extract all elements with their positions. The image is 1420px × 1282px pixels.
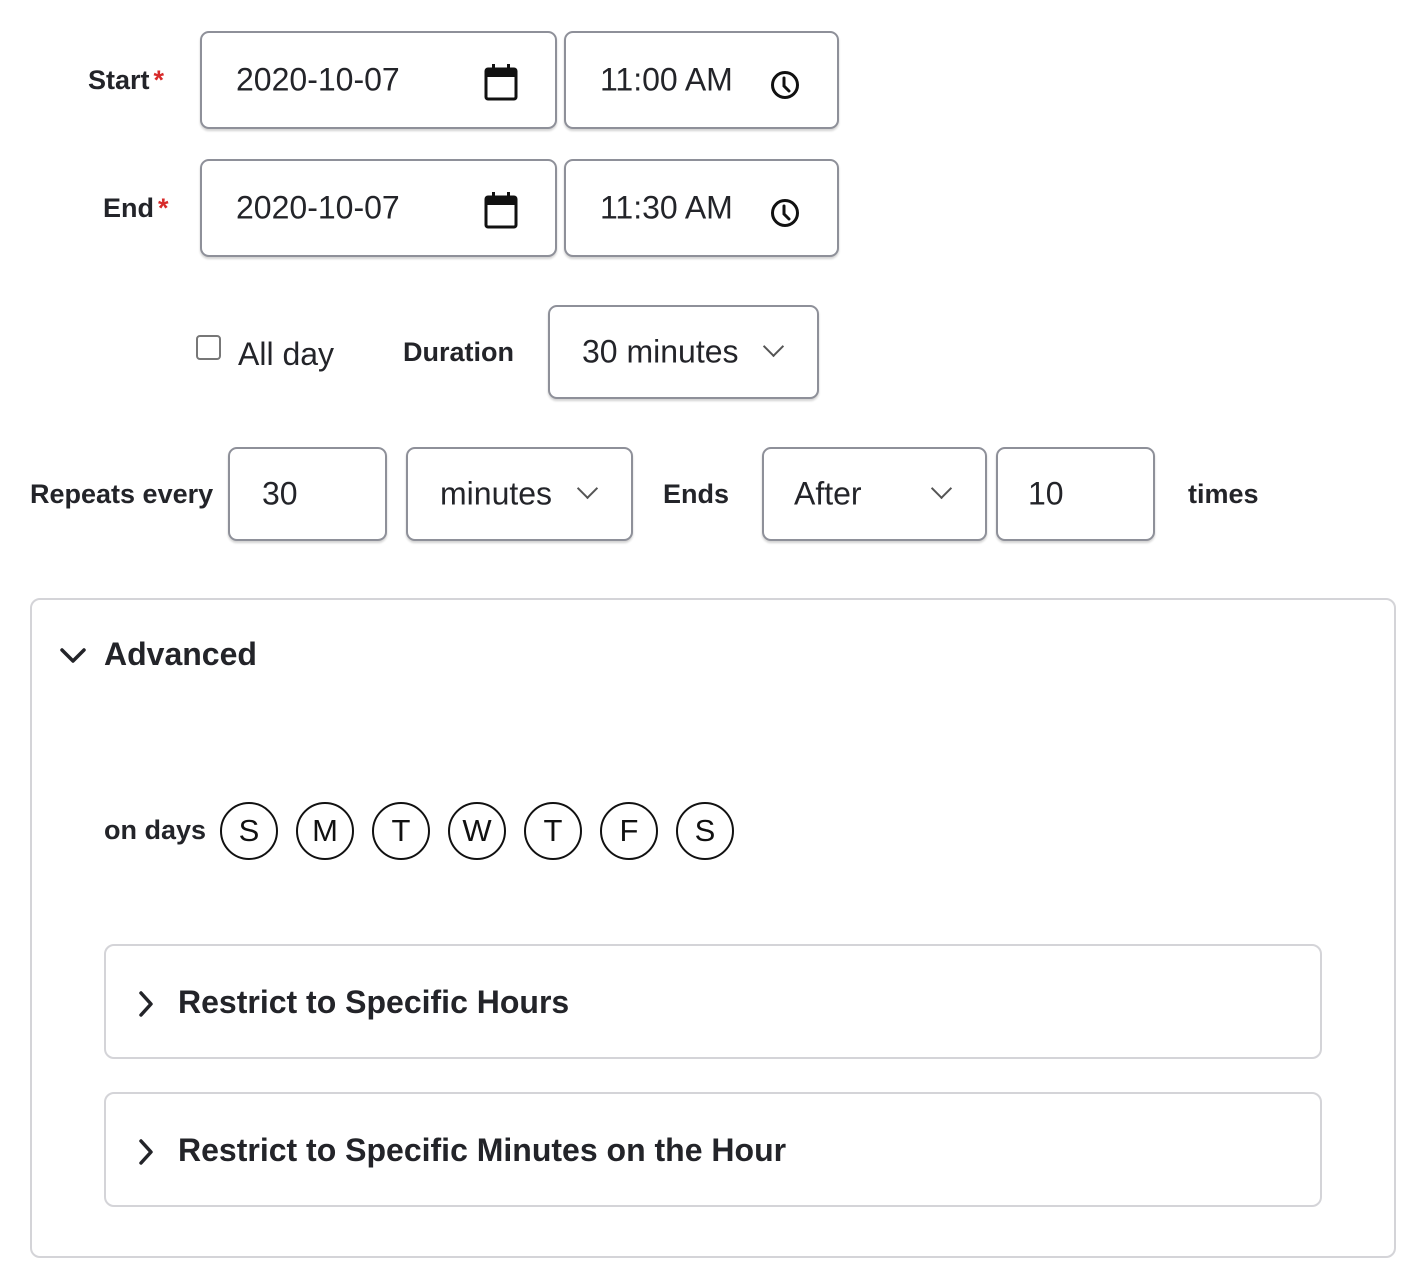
end-date-value: 2020-10-07 — [236, 189, 400, 226]
day-toggle-tuesday[interactable]: T — [372, 802, 430, 860]
chevron-down-icon — [762, 335, 785, 358]
start-time-value: 11:00 AM — [600, 61, 733, 98]
day-toggle-thursday[interactable]: T — [524, 802, 582, 860]
restrict-hours-title: Restrict to Specific Hours — [178, 984, 570, 1020]
all-day-checkbox[interactable] — [196, 335, 221, 360]
start-date-value: 2020-10-07 — [236, 61, 400, 98]
ends-label: Ends — [663, 479, 730, 509]
start-date-input[interactable]: 2020-10-07 — [200, 31, 557, 129]
end-time-value: 11:30 AM — [600, 189, 733, 226]
chevron-down-icon[interactable] — [58, 644, 88, 666]
ends-select[interactable]: After — [762, 447, 987, 541]
start-time-input[interactable]: 11:00 AM — [564, 31, 839, 129]
restrict-minutes-section[interactable]: Restrict to Specific Minutes on the Hour — [104, 1092, 1322, 1207]
duration-label: Duration — [403, 337, 514, 367]
chevron-right-icon — [139, 1139, 153, 1165]
required-asterisk: * — [158, 193, 169, 223]
start-label-text: Start — [88, 65, 150, 95]
clock-icon[interactable] — [769, 69, 801, 101]
repeat-unit-value: minutes — [440, 475, 553, 512]
day-toggle-friday[interactable]: F — [600, 802, 658, 860]
end-time-input[interactable]: 11:30 AM — [564, 159, 839, 257]
restrict-hours-section[interactable]: Restrict to Specific Hours — [104, 944, 1322, 1059]
end-date-input[interactable]: 2020-10-07 — [200, 159, 557, 257]
day-toggle-saturday[interactable]: S — [676, 802, 734, 860]
repeat-unit-select[interactable]: minutes — [406, 447, 633, 541]
times-label: times — [1188, 479, 1259, 509]
calendar-icon[interactable] — [484, 191, 518, 229]
day-toggle-sunday[interactable]: S — [220, 802, 278, 860]
occurrences-value: 10 — [1028, 475, 1064, 512]
occurrences-input[interactable]: 10 — [996, 447, 1155, 541]
end-label-text: End — [103, 193, 154, 223]
end-label: End * — [103, 195, 169, 222]
repeat-interval-input[interactable]: 30 — [228, 447, 387, 541]
chevron-down-icon — [576, 477, 599, 500]
chevron-right-icon — [139, 991, 153, 1017]
duration-selected-value: 30 minutes — [582, 333, 739, 370]
repeat-interval-value: 30 — [262, 475, 298, 512]
on-days-label: on days — [104, 815, 207, 845]
advanced-toggle[interactable]: Advanced — [104, 638, 257, 670]
restrict-minutes-title: Restrict to Specific Minutes on the Hour — [178, 1132, 787, 1168]
day-toggle-wednesday[interactable]: W — [448, 802, 506, 860]
calendar-icon[interactable] — [484, 63, 518, 101]
duration-select[interactable]: 30 minutes — [548, 305, 819, 399]
day-toggle-monday[interactable]: M — [296, 802, 354, 860]
all-day-label[interactable]: All day — [238, 336, 334, 373]
start-label: Start * — [88, 67, 164, 94]
chevron-down-icon — [930, 477, 953, 500]
ends-selected-value: After — [794, 475, 862, 512]
repeats-every-label: Repeats every — [30, 479, 214, 509]
clock-icon[interactable] — [769, 197, 801, 229]
required-asterisk: * — [153, 65, 165, 95]
